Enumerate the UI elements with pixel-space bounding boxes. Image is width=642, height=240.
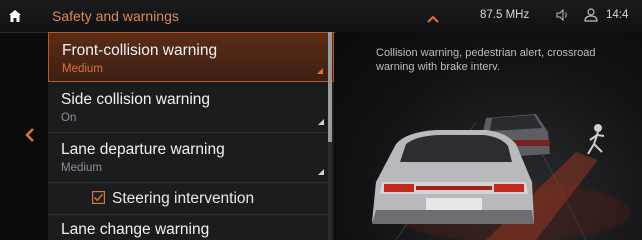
clock: 14:4: [606, 9, 629, 21]
list-item-label: Lane change warning: [61, 221, 210, 238]
list-item-lane-departure-warning[interactable]: Lane departure warning Medium: [48, 132, 334, 183]
settings-list: Front-collision warning Medium Side coll…: [48, 32, 334, 240]
scrollbar-thumb[interactable]: [328, 32, 332, 142]
list-item-label: Lane departure warning: [61, 141, 225, 158]
list-item-lane-change-warning[interactable]: Lane change warning: [48, 214, 334, 240]
list-item-label: Steering intervention: [112, 190, 255, 207]
list-item-front-collision-warning[interactable]: Front-collision warning Medium: [48, 32, 334, 82]
list-item-label: Front-collision warning: [62, 42, 218, 59]
page-title: Safety and warnings: [52, 8, 179, 24]
list-item-steering-intervention[interactable]: Steering intervention: [48, 182, 334, 215]
corner-arrow-icon: [318, 119, 324, 125]
corner-arrow-icon: [318, 169, 324, 175]
user-icon: [584, 8, 598, 22]
radio-frequency: 87.5 MHz: [480, 9, 530, 21]
info-panel: Collision warning, pedestrian alert, cro…: [336, 32, 642, 240]
checkbox-checked-icon[interactable]: [92, 191, 105, 204]
list-item-value: Medium: [61, 162, 102, 174]
idrive-screen: Safety and warnings 87.5 MHz 14:4 Front-…: [0, 0, 642, 240]
feature-description: Collision warning, pedestrian alert, cro…: [376, 47, 596, 73]
back-arrow-icon[interactable]: [24, 128, 36, 142]
volume-icon: [556, 9, 567, 21]
status-bar: Safety and warnings 87.5 MHz 14:4: [0, 0, 642, 33]
list-item-side-collision-warning[interactable]: Side collision warning On: [48, 82, 334, 133]
caret-up-icon[interactable]: [427, 10, 439, 28]
list-item-value: Medium: [62, 63, 103, 75]
corner-arrow-icon: [317, 68, 323, 74]
home-icon: [9, 10, 21, 22]
home-button[interactable]: [0, 0, 30, 32]
list-item-label: Side collision warning: [61, 91, 211, 108]
list-item-value: On: [61, 112, 77, 124]
